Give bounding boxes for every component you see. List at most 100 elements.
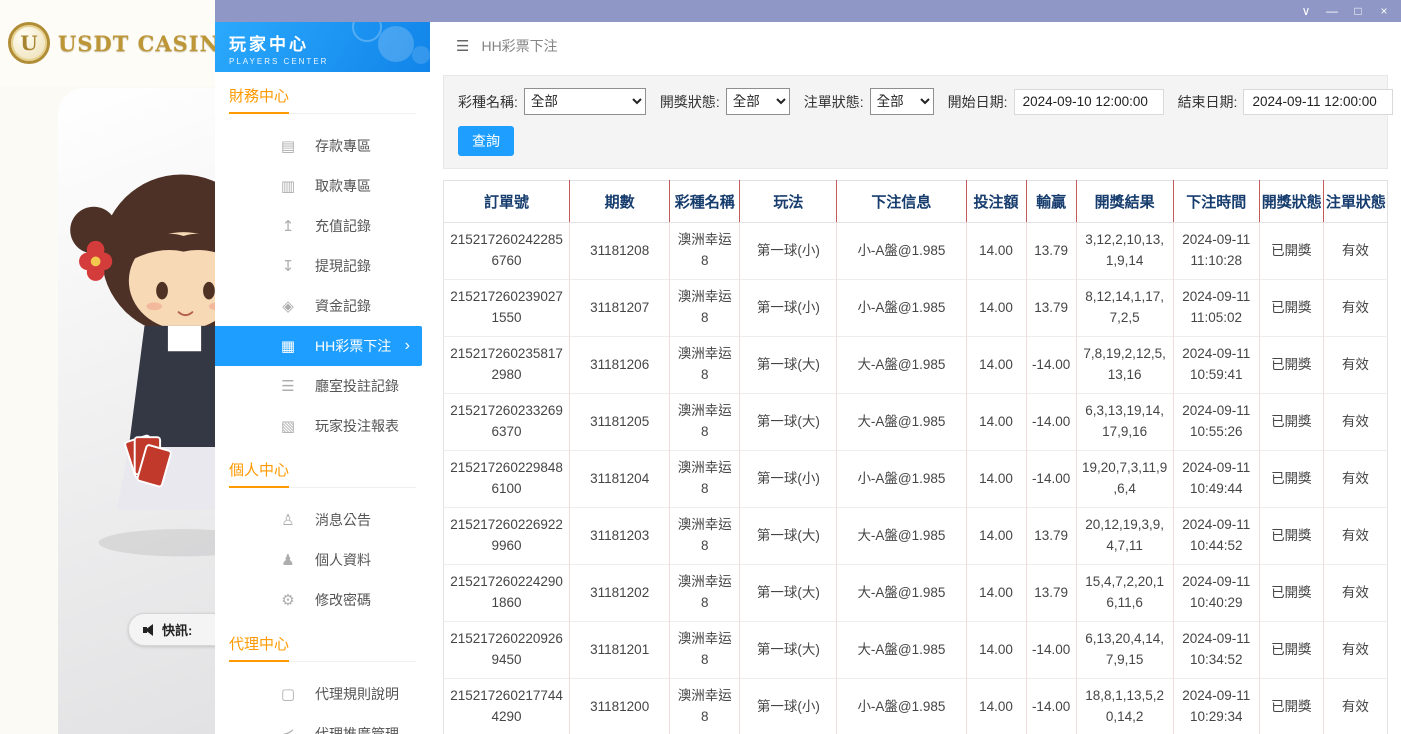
- cell-bet-amount: 14.00: [966, 337, 1026, 394]
- cell-play-type: 第一球(大): [740, 337, 837, 394]
- cell-period: 31181208: [570, 223, 670, 280]
- recharge-record-icon: ↥: [279, 217, 297, 235]
- table-row: 215217260242285676031181208澳洲幸运8第一球(小)小-…: [444, 223, 1388, 280]
- news-ticker[interactable]: 快訊:: [128, 613, 215, 646]
- order-status-filter-label: 注單狀態:: [804, 92, 864, 112]
- column-header: 注單狀態: [1323, 181, 1387, 223]
- end-date-input[interactable]: [1243, 89, 1393, 115]
- cell-order-status: 有效: [1323, 622, 1387, 679]
- cell-bet-info: 小-A盤@1.985: [837, 280, 966, 337]
- sidebar-item-agent-promotion[interactable]: ≺代理推廣管理: [215, 714, 430, 734]
- sidebar-item-withdraw[interactable]: ▥取款專區: [215, 166, 430, 206]
- cell-bet-time: 2024-09-11 10:34:52: [1173, 622, 1259, 679]
- sidebar-item-label: 存款專區: [315, 136, 371, 156]
- cell-win-loss: 13.79: [1026, 223, 1076, 280]
- cell-draw-status: 已開獎: [1259, 223, 1323, 280]
- sidebar-item-change-password[interactable]: ⚙修改密碼: [215, 580, 430, 620]
- cell-play-type: 第一球(大): [740, 508, 837, 565]
- sidebar-subtitle: PLAYERS CENTER: [229, 57, 430, 66]
- sidebar-item-label: 代理規則說明: [315, 684, 399, 704]
- cell-draw-result: 15,4,7,2,20,16,11,6: [1076, 565, 1173, 622]
- cell-bet-amount: 14.00: [966, 679, 1026, 734]
- cell-draw-status: 已開獎: [1259, 280, 1323, 337]
- cell-lottery-name: 澳洲幸运8: [670, 337, 740, 394]
- withdraw-record-icon: ↧: [279, 257, 297, 275]
- cell-play-type: 第一球(大): [740, 622, 837, 679]
- column-header: 期數: [570, 181, 670, 223]
- cell-draw-status: 已開獎: [1259, 622, 1323, 679]
- sidebar-item-room-bet-record[interactable]: ☰廳室投註記錄: [215, 366, 430, 406]
- cell-win-loss: 13.79: [1026, 508, 1076, 565]
- table-row: 215217260224290186031181202澳洲幸运8第一球(大)大-…: [444, 565, 1388, 622]
- sidebar-item-label: 修改密碼: [315, 590, 371, 610]
- draw-status-select[interactable]: 全部: [726, 88, 790, 115]
- cell-order-no: 2152172602422856760: [444, 223, 570, 280]
- cell-play-type: 第一球(小): [740, 451, 837, 508]
- sidebar-item-announcements[interactable]: ♙ 消息公告: [215, 500, 430, 540]
- cell-win-loss: -14.00: [1026, 451, 1076, 508]
- profile-icon: ♟: [279, 551, 297, 569]
- column-header: 彩種名稱: [670, 181, 740, 223]
- close-icon[interactable]: ×: [1371, 0, 1397, 22]
- cell-period: 31181200: [570, 679, 670, 734]
- chevron-down-icon[interactable]: ∨: [1293, 0, 1319, 22]
- cell-order-status: 有效: [1323, 565, 1387, 622]
- cell-play-type: 第一球(大): [740, 565, 837, 622]
- search-button[interactable]: 查詢: [458, 126, 514, 156]
- sidebar-item-player-bet-report[interactable]: ▧玩家投注報表: [215, 406, 430, 446]
- cell-bet-info: 大-A盤@1.985: [837, 565, 966, 622]
- report-icon: ▧: [279, 417, 297, 435]
- sidebar-item-profile[interactable]: ♟個人資料: [215, 540, 430, 580]
- column-header: 開獎結果: [1076, 181, 1173, 223]
- cell-lottery-name: 澳洲幸运8: [670, 622, 740, 679]
- cell-bet-info: 大-A盤@1.985: [837, 622, 966, 679]
- menu-section-title: 代理中心: [229, 620, 416, 662]
- sidebar-item-funds-record[interactable]: ◈資金記錄: [215, 286, 430, 326]
- cell-bet-info: 大-A盤@1.985: [837, 394, 966, 451]
- cell-period: 31181206: [570, 337, 670, 394]
- sidebar-item-label: 資金記錄: [315, 296, 371, 316]
- sidebar-item-recharge-record[interactable]: ↥充值記錄: [215, 206, 430, 246]
- cell-order-status: 有效: [1323, 451, 1387, 508]
- table-header-row: 訂單號期數彩種名稱玩法下注信息投注額輸贏開獎結果下注時間開獎狀態注單狀態: [444, 181, 1388, 223]
- cell-draw-result: 20,12,19,3,9,4,7,11: [1076, 508, 1173, 565]
- cell-bet-time: 2024-09-11 10:40:29: [1173, 565, 1259, 622]
- cell-order-status: 有效: [1323, 337, 1387, 394]
- cell-draw-status: 已開獎: [1259, 508, 1323, 565]
- cell-period: 31181203: [570, 508, 670, 565]
- start-date-input[interactable]: [1014, 89, 1164, 115]
- sidebar-item-label: 消息公告: [315, 510, 371, 530]
- cell-period: 31181205: [570, 394, 670, 451]
- sidebar: 玩家中心 PLAYERS CENTER 財務中心▤存款專區▥取款專區↥充值記錄↧…: [215, 22, 430, 734]
- announcement-icon: ♙: [279, 511, 297, 529]
- order-status-select[interactable]: 全部: [870, 88, 934, 115]
- withdraw-icon: ▥: [279, 177, 297, 195]
- minimize-icon[interactable]: —: [1319, 0, 1345, 22]
- sidebar-item-deposit[interactable]: ▤存款專區: [215, 126, 430, 166]
- sidebar-item-withdraw-record[interactable]: ↧提現記錄: [215, 246, 430, 286]
- cell-win-loss: 13.79: [1026, 565, 1076, 622]
- cell-bet-amount: 14.00: [966, 394, 1026, 451]
- column-header: 下注時間: [1173, 181, 1259, 223]
- cell-bet-info: 小-A盤@1.985: [837, 679, 966, 734]
- end-date-label: 結束日期:: [1178, 92, 1238, 112]
- menu-toggle-icon[interactable]: ☰: [456, 37, 469, 55]
- cell-order-no: 2152172602358172980: [444, 337, 570, 394]
- cell-bet-amount: 14.00: [966, 508, 1026, 565]
- cell-win-loss: -14.00: [1026, 337, 1076, 394]
- sidebar-item-hh-lottery-bet[interactable]: ▦HH彩票下注›: [215, 326, 422, 366]
- page-title: HH彩票下注: [481, 36, 557, 56]
- main-content: ☰ HH彩票下注 彩種名稱: 全部 開獎狀態: 全部 注單狀態: 全部: [430, 22, 1401, 734]
- cell-draw-result: 19,20,7,3,11,9,6,4: [1076, 451, 1173, 508]
- lottery-select[interactable]: 全部: [524, 88, 646, 115]
- cell-bet-amount: 14.00: [966, 565, 1026, 622]
- logo: U USDT CASINO: [0, 0, 215, 86]
- table-row: 215217260233269637031181205澳洲幸运8第一球(大)大-…: [444, 394, 1388, 451]
- cell-order-no: 2152172602390271550: [444, 280, 570, 337]
- sidebar-menu: 財務中心▤存款專區▥取款專區↥充值記錄↧提現記錄◈資金記錄▦HH彩票下注›☰廳室…: [215, 72, 430, 734]
- cell-order-no: 2152172602177444290: [444, 679, 570, 734]
- sidebar-item-agent-rules[interactable]: ▢代理規則說明: [215, 674, 430, 714]
- column-header: 訂單號: [444, 181, 570, 223]
- maximize-icon[interactable]: □: [1345, 0, 1371, 22]
- cell-bet-time: 2024-09-11 10:59:41: [1173, 337, 1259, 394]
